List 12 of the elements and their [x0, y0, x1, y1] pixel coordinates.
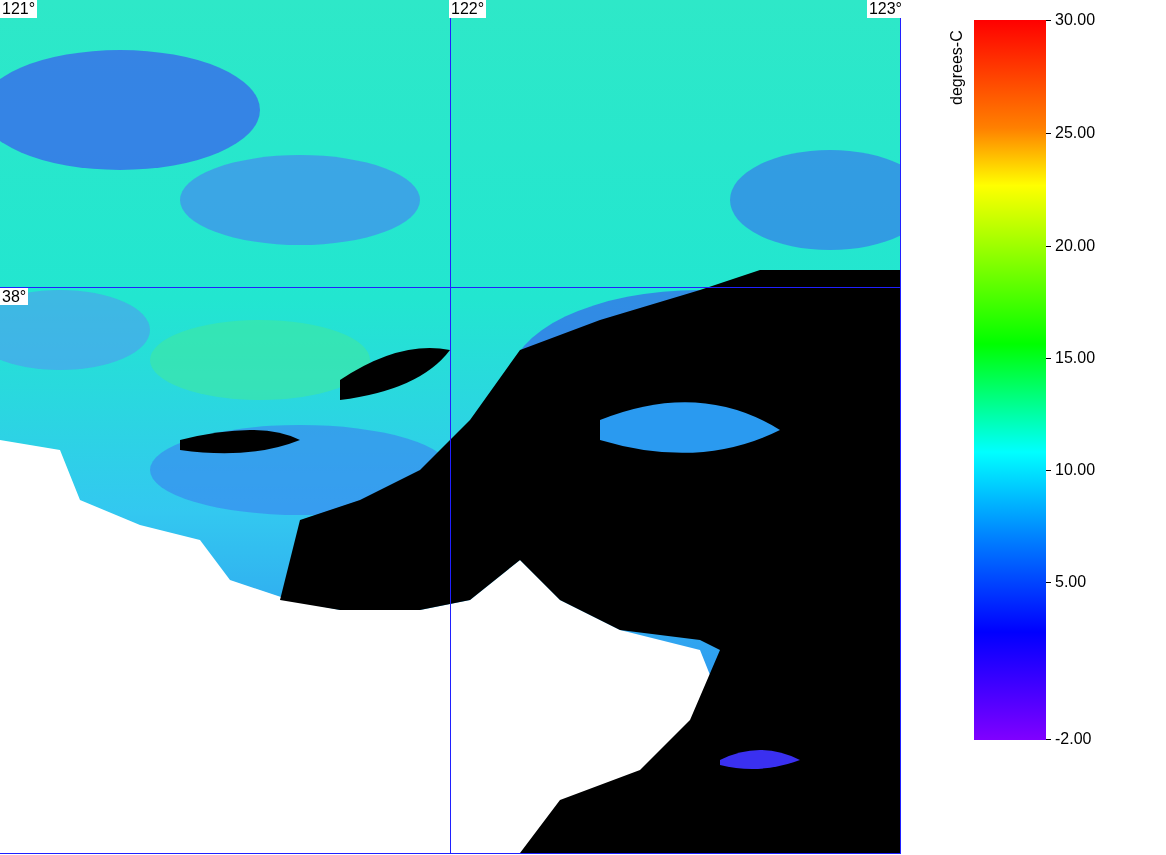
longitude-label: 123° — [866, 0, 904, 18]
scale-value: -2.00 — [1055, 730, 1092, 748]
longitude-label: 122° — [449, 0, 487, 18]
longitude-label: 121° — [0, 0, 38, 18]
latitude-label: 38° — [0, 288, 29, 305]
scale-value: 30.00 — [1055, 11, 1096, 29]
scale-value: 10.00 — [1055, 461, 1096, 479]
unit-label: degrees-C — [948, 29, 966, 108]
scale-value: 20.00 — [1055, 237, 1096, 255]
scale-value: 25.00 — [1055, 124, 1096, 142]
scale-value: 5.00 — [1055, 573, 1087, 591]
scale-value: 15.00 — [1055, 349, 1096, 367]
